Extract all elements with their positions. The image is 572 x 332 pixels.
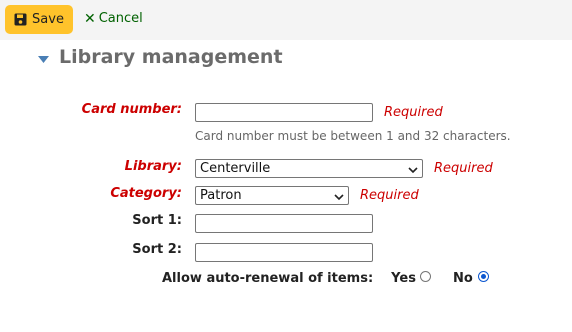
toolbar: Save ✕ Cancel bbox=[0, 0, 572, 40]
caret-down-icon bbox=[38, 55, 50, 63]
card-number-label: Card number: bbox=[81, 102, 182, 117]
library-selected-value: Centerville bbox=[200, 161, 271, 176]
yes-radio[interactable] bbox=[419, 271, 431, 282]
sort1-input[interactable] bbox=[195, 214, 373, 233]
no-label: No bbox=[452, 271, 473, 286]
auto-renewal-row: Allow auto-renewal of items: Yes No bbox=[162, 271, 489, 286]
close-icon: ✕ bbox=[84, 10, 96, 27]
auto-renewal-option-yes[interactable]: Yes bbox=[391, 271, 431, 286]
library-label: Library: bbox=[124, 159, 182, 174]
category-required: Required bbox=[360, 188, 419, 203]
no-radio[interactable] bbox=[477, 271, 489, 282]
save-icon bbox=[14, 13, 27, 26]
save-button[interactable]: Save bbox=[5, 5, 73, 34]
card-number-input[interactable] bbox=[195, 103, 373, 122]
sort1-label: Sort 1: bbox=[132, 213, 182, 228]
card-number-required: Required bbox=[384, 105, 443, 120]
category-label: Category: bbox=[110, 186, 182, 201]
card-number-hint: Card number must be between 1 and 32 cha… bbox=[195, 129, 511, 143]
chevron-down-icon bbox=[334, 191, 344, 201]
sort2-input[interactable] bbox=[195, 243, 373, 262]
library-select[interactable]: Centerville bbox=[195, 159, 423, 178]
sort2-label: Sort 2: bbox=[132, 242, 182, 257]
cancel-link[interactable]: ✕ Cancel bbox=[84, 11, 143, 26]
category-selected-value: Patron bbox=[200, 188, 242, 203]
yes-label: Yes bbox=[391, 271, 416, 286]
category-select[interactable]: Patron bbox=[195, 186, 349, 205]
section-title: Library management bbox=[59, 46, 283, 68]
library-required: Required bbox=[434, 161, 493, 176]
chevron-down-icon bbox=[408, 164, 418, 174]
auto-renewal-label: Allow auto-renewal of items: bbox=[162, 271, 374, 286]
auto-renewal-option-no[interactable]: No bbox=[453, 271, 489, 286]
save-button-label: Save bbox=[32, 12, 64, 27]
section-toggle[interactable]: Library management bbox=[38, 46, 283, 68]
cancel-label: Cancel bbox=[98, 11, 143, 26]
